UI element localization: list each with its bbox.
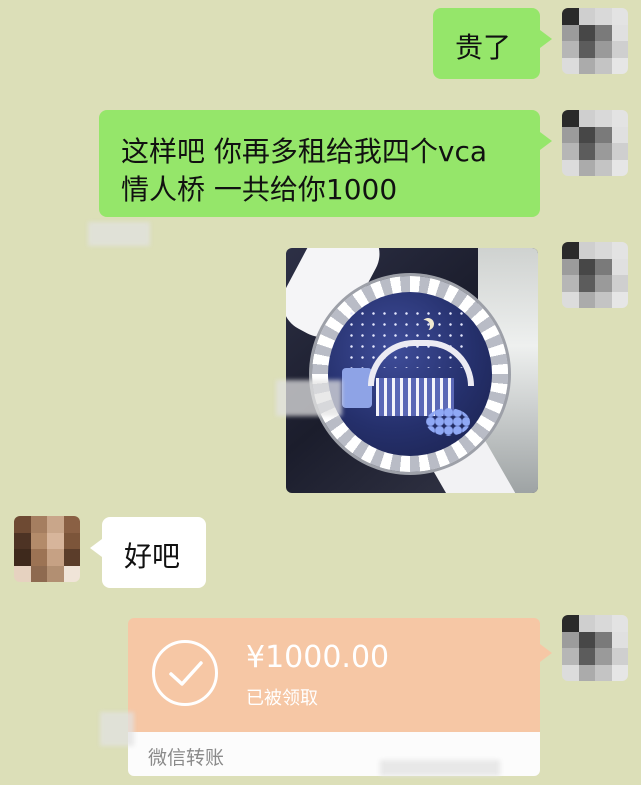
message-text: 贵了: [455, 31, 512, 64]
my-avatar[interactable]: [562, 8, 628, 74]
my-avatar[interactable]: [562, 615, 628, 681]
message-text: 好吧: [124, 540, 181, 573]
my-avatar[interactable]: [562, 242, 628, 308]
transfer-status: 已被领取: [246, 688, 318, 709]
transfer-amount: ¥1000.00: [246, 640, 390, 675]
transfer-card-body: ¥1000.00 已被领取: [128, 618, 552, 732]
message-text-line: 这样吧 你再多租给我四个vca: [121, 135, 488, 168]
transfer-label: 微信转账: [148, 747, 225, 769]
sent-message-bubble[interactable]: 贵了: [433, 8, 552, 79]
watermark-blur: [380, 760, 500, 776]
contact-avatar[interactable]: [14, 516, 80, 582]
transfer-card[interactable]: ¥1000.00 已被领取 微信转账: [128, 618, 552, 776]
my-avatar[interactable]: [562, 110, 628, 176]
watch-photo[interactable]: [286, 248, 538, 493]
check-icon: [152, 640, 218, 706]
watermark-blur: [276, 380, 342, 416]
watermark-blur: [100, 712, 134, 746]
sent-message-bubble[interactable]: 这样吧 你再多租给我四个vca 情人桥 一共给你1000: [99, 110, 552, 217]
watermark-blur: [88, 222, 150, 246]
received-message-bubble[interactable]: 好吧: [90, 517, 206, 588]
message-text-line: 情人桥 一共给你1000: [121, 173, 398, 206]
